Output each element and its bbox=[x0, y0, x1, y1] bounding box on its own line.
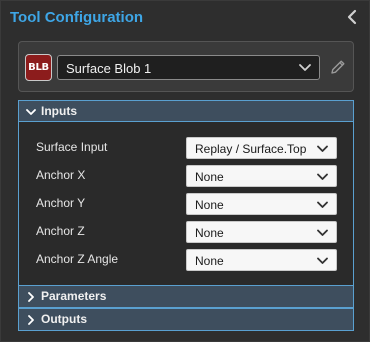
anchor-z-angle-label: Anchor Z Angle bbox=[36, 252, 119, 266]
anchor-y-label: Anchor Y bbox=[36, 196, 86, 210]
rename-tool-button[interactable] bbox=[329, 58, 347, 76]
surface-input-label: Surface Input bbox=[36, 140, 108, 154]
section-parameters-label: Parameters bbox=[41, 289, 107, 303]
section-inputs-header[interactable]: Inputs bbox=[18, 100, 354, 122]
anchor-z-dropdown[interactable]: None bbox=[186, 221, 337, 243]
tool-select-dropdown[interactable]: Surface Blob 1 bbox=[57, 55, 320, 80]
chevron-down-icon bbox=[317, 257, 328, 264]
anchor-z-angle-value: None bbox=[195, 254, 224, 268]
chevron-down-icon bbox=[317, 145, 328, 152]
section-outputs-label: Outputs bbox=[41, 312, 87, 326]
inputs-section-body: Surface Input Replay / Surface.Top Ancho… bbox=[18, 122, 354, 285]
section-inputs-label: Inputs bbox=[41, 104, 77, 118]
anchor-z-label: Anchor Z bbox=[36, 224, 85, 238]
chevron-down-icon bbox=[317, 229, 328, 236]
chevron-right-icon bbox=[28, 315, 34, 325]
chevron-right-icon bbox=[28, 292, 34, 302]
chevron-down-icon bbox=[317, 201, 328, 208]
panel-header: Tool Configuration bbox=[1, 1, 369, 33]
section-parameters-header[interactable]: Parameters bbox=[18, 285, 354, 308]
anchor-z-angle-dropdown[interactable]: None bbox=[186, 249, 337, 271]
anchor-y-dropdown[interactable]: None bbox=[186, 193, 337, 215]
anchor-x-dropdown[interactable]: None bbox=[186, 165, 337, 187]
collapse-panel-button[interactable] bbox=[345, 8, 359, 26]
chevron-down-icon bbox=[317, 173, 328, 180]
anchor-z-value: None bbox=[195, 226, 224, 240]
panel-title: Tool Configuration bbox=[10, 9, 144, 26]
chevron-down-icon bbox=[299, 64, 311, 71]
tool-configuration-panel: Tool Configuration BLB Surface Blob 1 In… bbox=[0, 0, 370, 342]
surface-input-value: Replay / Surface.Top bbox=[195, 142, 307, 156]
chevron-left-icon bbox=[347, 9, 357, 25]
chevron-down-icon bbox=[26, 109, 36, 115]
section-outputs-header[interactable]: Outputs bbox=[18, 308, 354, 331]
surface-input-dropdown[interactable]: Replay / Surface.Top bbox=[186, 137, 337, 159]
tool-selector-box: BLB Surface Blob 1 bbox=[18, 41, 354, 92]
tool-type-badge: BLB bbox=[25, 54, 52, 81]
anchor-y-value: None bbox=[195, 198, 224, 212]
tool-select-value: Surface Blob 1 bbox=[66, 61, 152, 76]
anchor-x-value: None bbox=[195, 170, 224, 184]
pencil-icon bbox=[331, 60, 345, 74]
anchor-x-label: Anchor X bbox=[36, 168, 86, 182]
